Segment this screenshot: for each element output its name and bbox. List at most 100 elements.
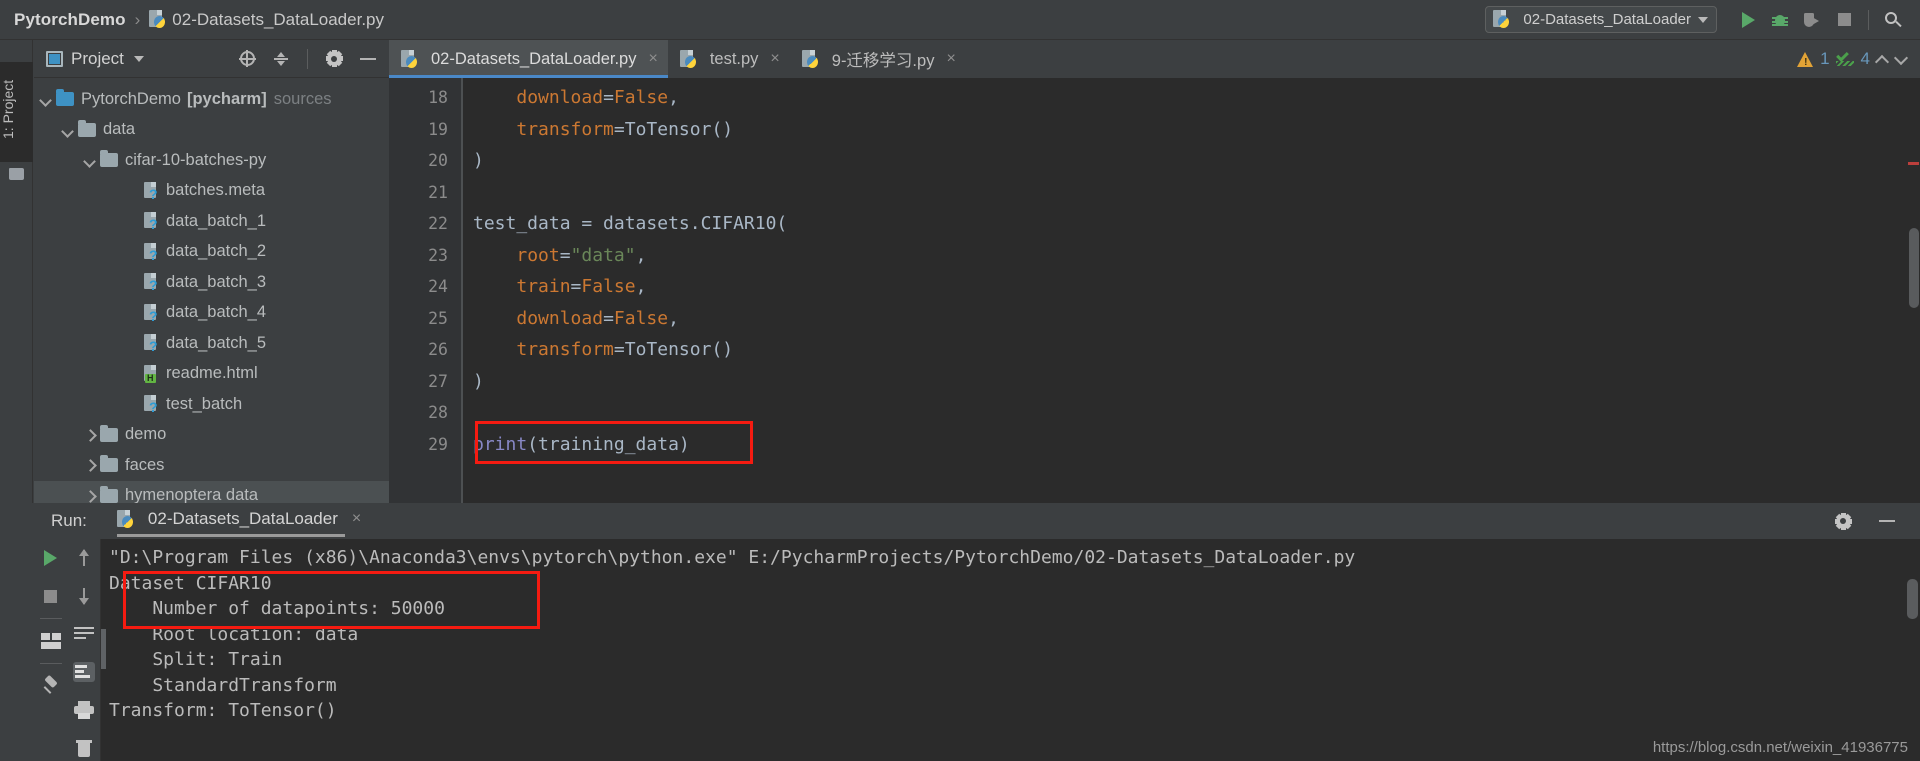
project-panel-title: Project bbox=[71, 48, 124, 68]
next-problem-button[interactable] bbox=[1895, 53, 1908, 66]
clear-all-button[interactable] bbox=[67, 729, 100, 761]
select-opened-file-button[interactable] bbox=[232, 44, 262, 74]
code-content[interactable]: download=False, transform=ToTensor()) tes… bbox=[463, 78, 1920, 503]
python-file-icon bbox=[679, 49, 697, 69]
python-file-icon bbox=[149, 10, 166, 29]
code-line[interactable]: transform=ToTensor() bbox=[463, 114, 1920, 146]
chevron-down-icon[interactable] bbox=[133, 55, 144, 62]
collapse-all-button[interactable] bbox=[266, 44, 296, 74]
code-line[interactable]: print(training_data) bbox=[463, 429, 1920, 461]
chevron-down-icon[interactable] bbox=[60, 122, 76, 138]
sidebar-tab-project[interactable]: 1: Project bbox=[0, 62, 33, 162]
code-line[interactable] bbox=[463, 177, 1920, 209]
top-bar-actions: 02-Datasets_DataLoader bbox=[1485, 5, 1920, 35]
tree-item-batches-meta[interactable]: ? batches.meta bbox=[34, 176, 389, 207]
scroll-to-end-button[interactable] bbox=[67, 653, 100, 691]
debug-button[interactable] bbox=[1765, 5, 1795, 35]
code-token: , bbox=[668, 87, 679, 108]
code-editor[interactable]: 18 19 20 21 22 23 24 25 26 27 28 29 download=False,… bbox=[389, 78, 1920, 503]
code-line[interactable]: download=False, bbox=[463, 303, 1920, 335]
run-tab[interactable]: 02-Datasets_DataLoader × bbox=[116, 509, 361, 537]
run-configuration-selector[interactable]: 02-Datasets_DataLoader bbox=[1485, 6, 1717, 33]
console-output[interactable]: "D:\Program Files (x86)\Anaconda3\envs\p… bbox=[101, 539, 1920, 761]
hide-panel-button[interactable] bbox=[353, 44, 383, 74]
tree-item-pytorchdemo[interactable]: PytorchDemo [pycharm] sources bbox=[34, 84, 389, 115]
code-line[interactable]: ) bbox=[463, 145, 1920, 177]
code-line[interactable]: transform=ToTensor() bbox=[463, 334, 1920, 366]
soft-wrap-button[interactable] bbox=[67, 615, 100, 653]
run-settings-button[interactable] bbox=[1828, 506, 1858, 536]
tree-item-data-batch-3[interactable]: ? data_batch_3 bbox=[34, 267, 389, 298]
tree-item-cifar-10-batches-py[interactable]: cifar-10-batches-py bbox=[34, 145, 389, 176]
close-icon[interactable]: × bbox=[770, 50, 779, 68]
error-stripe-mark[interactable] bbox=[1908, 162, 1919, 165]
code-token: False bbox=[613, 307, 669, 329]
hide-run-panel-button[interactable] bbox=[1872, 506, 1902, 536]
scroll-down-button[interactable] bbox=[67, 577, 100, 615]
tree-item-data-batch-5[interactable]: ? data_batch_5 bbox=[34, 328, 389, 359]
pycharm-window: PytorchDemo › 02-Datasets_DataLoader.py … bbox=[0, 0, 1920, 761]
code-token: download bbox=[516, 307, 604, 329]
inspection-widget: ! 1 4 bbox=[1797, 40, 1920, 78]
scroll-to-end-icon bbox=[72, 662, 95, 682]
code-line[interactable]: download=False, bbox=[463, 82, 1920, 114]
stop-button[interactable] bbox=[1829, 5, 1859, 35]
restore-layout-button[interactable] bbox=[34, 622, 67, 660]
breadcrumb-project[interactable]: PytorchDemo bbox=[14, 10, 126, 30]
close-icon[interactable]: × bbox=[648, 50, 657, 68]
stop-icon bbox=[1837, 13, 1851, 26]
inspection-ok-count: 4 bbox=[1860, 49, 1870, 68]
soft-wrap-icon bbox=[73, 626, 94, 643]
tree-item-data-batch-2[interactable]: ? data_batch_2 bbox=[34, 237, 389, 268]
tree-item-module-tag: [pycharm] bbox=[186, 89, 267, 108]
close-icon[interactable]: × bbox=[946, 50, 955, 68]
editor-scrollbar[interactable] bbox=[1906, 78, 1920, 503]
scrollbar-thumb[interactable] bbox=[1909, 228, 1919, 308]
console-line: Split: Train bbox=[109, 649, 283, 670]
editor-tab-9-py[interactable]: 9-迁移学习.py × bbox=[790, 40, 966, 78]
chevron-down-icon[interactable] bbox=[38, 91, 54, 107]
code-line[interactable] bbox=[463, 397, 1920, 429]
run-button[interactable] bbox=[1733, 5, 1763, 35]
chevron-right-icon[interactable] bbox=[82, 488, 98, 504]
search-everywhere-button[interactable] bbox=[1878, 5, 1908, 35]
editor-tab-02-datasets-dataloader-py[interactable]: 02-Datasets_DataLoader.py × bbox=[389, 40, 668, 78]
minimize-icon bbox=[1879, 520, 1895, 522]
previous-problem-button[interactable] bbox=[1876, 53, 1889, 66]
project-panel-tools bbox=[232, 44, 383, 74]
code-line[interactable]: root="data", bbox=[463, 240, 1920, 272]
print-button[interactable] bbox=[67, 691, 100, 729]
scroll-up-button[interactable] bbox=[67, 539, 100, 577]
tree-item-demo[interactable]: demo bbox=[34, 420, 389, 451]
close-icon[interactable]: × bbox=[352, 510, 361, 528]
stop-process-button[interactable] bbox=[34, 577, 67, 615]
code-token: ToTensor bbox=[624, 118, 712, 140]
code-line[interactable]: ) bbox=[463, 366, 1920, 398]
tree-item-faces[interactable]: faces bbox=[34, 450, 389, 481]
settings-button[interactable] bbox=[319, 44, 349, 74]
editor-tab-test-py[interactable]: test.py × bbox=[668, 40, 790, 78]
chevron-right-icon[interactable] bbox=[82, 427, 98, 443]
tree-item-data-batch-1[interactable]: ? data_batch_1 bbox=[34, 206, 389, 237]
code-line[interactable]: train=False, bbox=[463, 271, 1920, 303]
tree-item-data[interactable]: data bbox=[34, 115, 389, 146]
run-with-coverage-button[interactable] bbox=[1797, 5, 1827, 35]
code-token: ) bbox=[473, 150, 484, 171]
code-token: = bbox=[613, 339, 625, 360]
tree-item-test-batch[interactable]: ? test_batch bbox=[34, 389, 389, 420]
tree-item-data-batch-4[interactable]: ? data_batch_4 bbox=[34, 298, 389, 329]
console-scrollbar-thumb[interactable] bbox=[1907, 579, 1918, 619]
chevron-down-icon[interactable] bbox=[82, 152, 98, 168]
pin-tab-button[interactable] bbox=[34, 667, 67, 705]
search-icon bbox=[1885, 11, 1902, 28]
code-line[interactable]: test_data = datasets.CIFAR10( bbox=[463, 208, 1920, 240]
tree-item-readme-html[interactable]: Hreadme.html bbox=[34, 359, 389, 390]
breadcrumb-file[interactable]: 02-Datasets_DataLoader.py bbox=[172, 10, 384, 30]
chevron-right-icon[interactable] bbox=[82, 457, 98, 473]
breadcrumb-separator-icon: › bbox=[134, 9, 141, 29]
rerun-button[interactable] bbox=[34, 539, 67, 577]
line-number: 19 bbox=[428, 119, 448, 139]
